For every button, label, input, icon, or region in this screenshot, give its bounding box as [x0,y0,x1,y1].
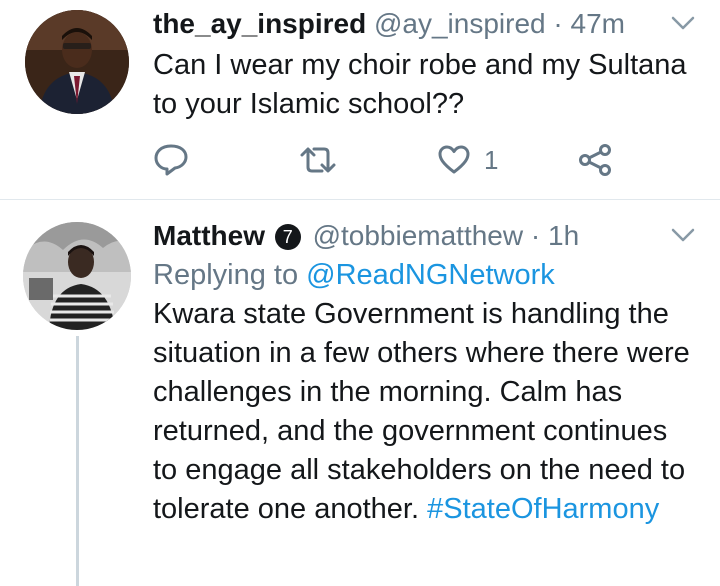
hashtag-link[interactable]: #StateOfHarmony [427,493,659,525]
display-name[interactable]: Matthew [153,220,265,251]
tweet-header: Matthew 7 @tobbiematthew · 1h [153,218,696,254]
like-button[interactable]: 1 [438,140,498,180]
tweet-content: the_ay_inspired @ay_inspired · 47m Can I… [153,6,696,124]
tweet-actions: 1 [153,140,633,180]
caret-down-icon[interactable] [670,226,696,244]
like-count: 1 [484,144,499,175]
replying-to: Replying to @ReadNGNetwork [153,256,696,295]
avatar-photo [25,10,129,114]
timestamp[interactable]: 47m [571,8,625,39]
avatar-photo [23,222,131,330]
thread-line [76,336,79,586]
tweet-content: Matthew 7 @tobbiematthew · 1h Replying t… [153,218,696,529]
share-icon [579,144,611,176]
handle[interactable]: @ay_inspired [374,8,546,39]
tweet-header: the_ay_inspired @ay_inspired · 47m [153,6,696,42]
retweet-icon [300,147,336,173]
timestamp[interactable]: 1h [548,220,579,251]
avatar[interactable] [23,222,131,330]
tweet-1[interactable]: the_ay_inspired @ay_inspired · 47m Can I… [0,0,720,200]
tweet-body: Kwara state Government is handling the s… [153,298,690,525]
reply-icon [154,144,188,176]
tweet-text: Kwara state Government is handling the s… [153,295,696,529]
caret-down-icon[interactable] [670,14,696,32]
display-name[interactable]: the_ay_inspired [153,8,366,39]
handle[interactable]: @tobbiematthew [313,220,524,251]
tweet-text: Can I wear my choir robe and my Sultana … [153,49,687,120]
retweet-button[interactable] [298,140,338,180]
separator: · [523,220,548,251]
heart-icon [438,145,470,174]
separator: · [545,8,571,39]
verified-badge-icon: 7 [274,224,301,250]
reply-button[interactable] [153,140,189,180]
replying-to-link[interactable]: @ReadNGNetwork [306,259,555,291]
avatar[interactable] [25,10,129,114]
share-button[interactable] [578,140,612,180]
replying-prefix: Replying to [153,259,307,291]
